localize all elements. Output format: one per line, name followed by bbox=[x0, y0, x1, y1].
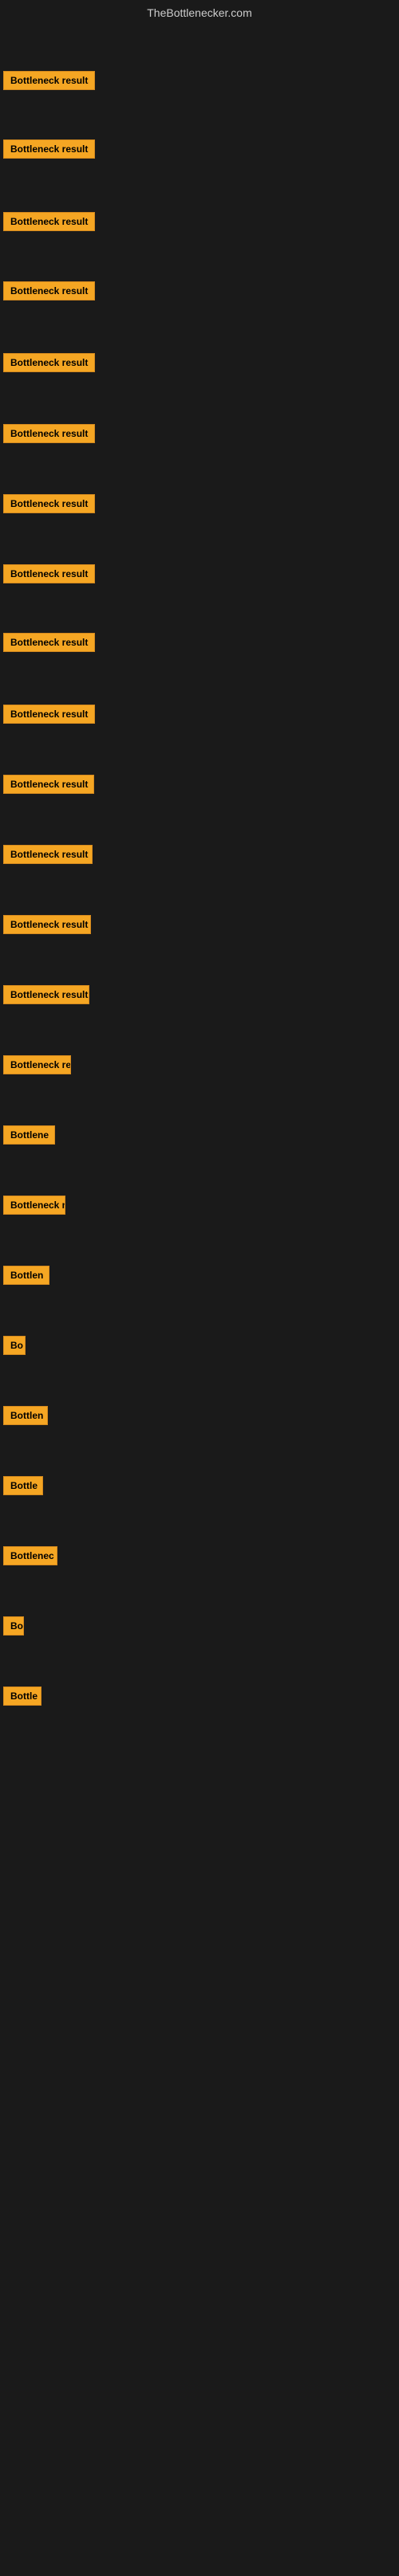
bottleneck-result-badge: Bottleneck result bbox=[3, 633, 95, 652]
bottleneck-result-row-4[interactable]: Bottleneck result bbox=[3, 281, 95, 304]
bottleneck-result-row-21[interactable]: Bottle bbox=[3, 1476, 43, 1499]
bottleneck-result-badge: Bottleneck result bbox=[3, 71, 95, 90]
bottleneck-result-badge: Bottleneck result bbox=[3, 424, 95, 443]
bottleneck-result-row-11[interactable]: Bottleneck result bbox=[3, 775, 94, 798]
bottleneck-result-row-14[interactable]: Bottleneck result bbox=[3, 985, 89, 1008]
bottleneck-result-row-8[interactable]: Bottleneck result bbox=[3, 564, 95, 587]
bottleneck-result-badge: Bottlen bbox=[3, 1406, 48, 1425]
bottleneck-result-badge: Bottleneck result bbox=[3, 915, 91, 934]
bottleneck-result-badge: Bottleneck result bbox=[3, 705, 95, 724]
bottleneck-result-badge: Bo bbox=[3, 1616, 24, 1636]
bottleneck-result-badge: Bottle bbox=[3, 1687, 41, 1706]
bottleneck-result-row-9[interactable]: Bottleneck result bbox=[3, 633, 95, 656]
bottleneck-result-badge: Bottleneck r bbox=[3, 1196, 65, 1215]
bottleneck-result-row-19[interactable]: Bo bbox=[3, 1336, 26, 1359]
bottleneck-result-badge: Bottlen bbox=[3, 1266, 49, 1285]
bottleneck-result-badge: Bottleneck result bbox=[3, 353, 95, 372]
bottleneck-result-badge: Bottlenec bbox=[3, 1546, 57, 1565]
bottleneck-result-badge: Bottleneck result bbox=[3, 845, 93, 864]
bottleneck-result-badge: Bottleneck result bbox=[3, 985, 89, 1004]
bottleneck-result-badge: Bottlene bbox=[3, 1125, 55, 1145]
bottleneck-result-row-6[interactable]: Bottleneck result bbox=[3, 424, 95, 447]
bottleneck-result-badge: Bottleneck result bbox=[3, 564, 95, 583]
bottleneck-result-row-16[interactable]: Bottlene bbox=[3, 1125, 55, 1149]
bottleneck-result-badge: Bottleneck result bbox=[3, 494, 95, 513]
bottleneck-result-badge: Bottleneck result bbox=[3, 212, 95, 231]
site-title: TheBottlenecker.com bbox=[0, 0, 399, 26]
bottleneck-result-row-17[interactable]: Bottleneck r bbox=[3, 1196, 65, 1219]
bottleneck-result-row-20[interactable]: Bottlen bbox=[3, 1406, 48, 1429]
bottleneck-result-badge: Bottleneck result bbox=[3, 281, 95, 300]
bottleneck-result-row-18[interactable]: Bottlen bbox=[3, 1266, 49, 1289]
bottleneck-result-row-24[interactable]: Bottle bbox=[3, 1687, 41, 1710]
bottleneck-result-row-2[interactable]: Bottleneck result bbox=[3, 139, 95, 163]
bottleneck-result-row-15[interactable]: Bottleneck re bbox=[3, 1055, 71, 1078]
bottleneck-result-badge: Bottle bbox=[3, 1476, 43, 1495]
bottleneck-result-row-10[interactable]: Bottleneck result bbox=[3, 705, 95, 728]
bottleneck-result-row-3[interactable]: Bottleneck result bbox=[3, 212, 95, 235]
bottleneck-result-badge: Bottleneck re bbox=[3, 1055, 71, 1074]
bottleneck-result-row-7[interactable]: Bottleneck result bbox=[3, 494, 95, 517]
bottleneck-result-badge: Bottleneck result bbox=[3, 139, 95, 159]
bottleneck-result-badge: Bo bbox=[3, 1336, 26, 1355]
bottleneck-result-row-1[interactable]: Bottleneck result bbox=[3, 71, 95, 94]
bottleneck-result-badge: Bottleneck result bbox=[3, 775, 94, 794]
bottleneck-result-row-13[interactable]: Bottleneck result bbox=[3, 915, 91, 938]
bottleneck-result-row-5[interactable]: Bottleneck result bbox=[3, 353, 95, 376]
bottleneck-result-row-12[interactable]: Bottleneck result bbox=[3, 845, 93, 868]
bottleneck-result-row-22[interactable]: Bottlenec bbox=[3, 1546, 57, 1569]
bottleneck-result-row-23[interactable]: Bo bbox=[3, 1616, 24, 1639]
